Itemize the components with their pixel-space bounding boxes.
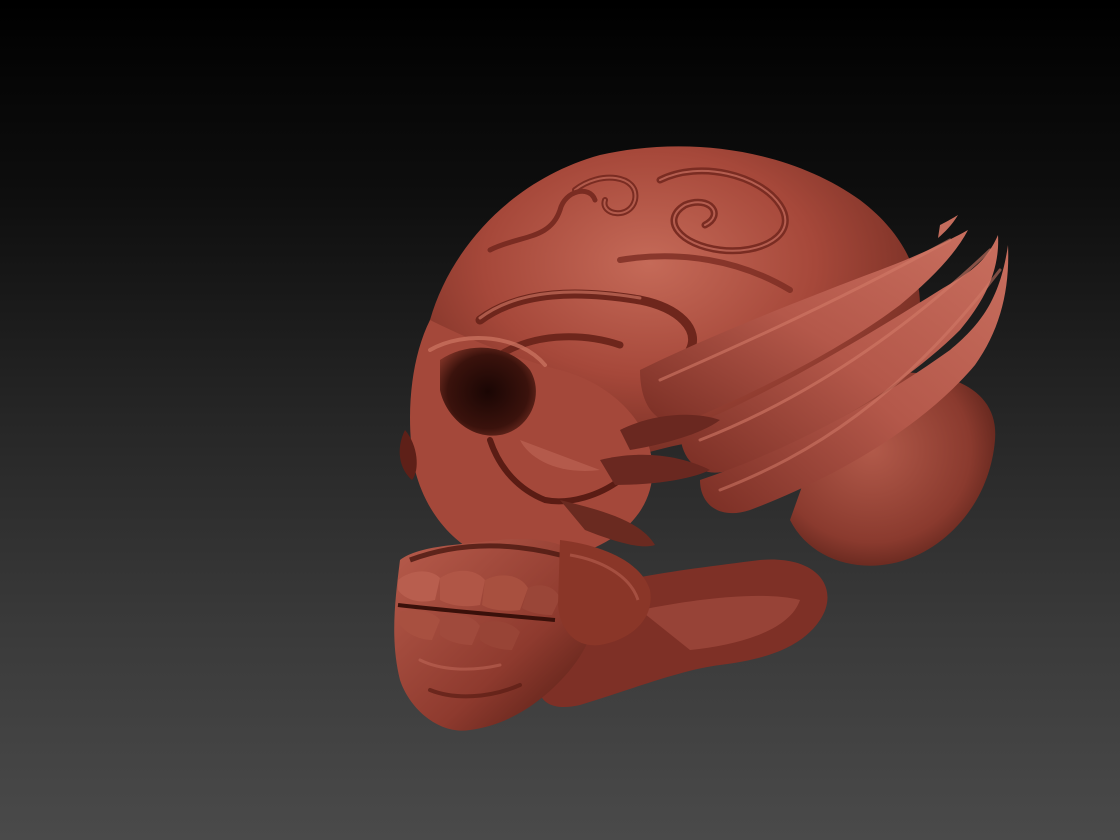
viewport-canvas[interactable] — [0, 0, 1120, 840]
sculpted-skull-icon — [394, 146, 1009, 731]
